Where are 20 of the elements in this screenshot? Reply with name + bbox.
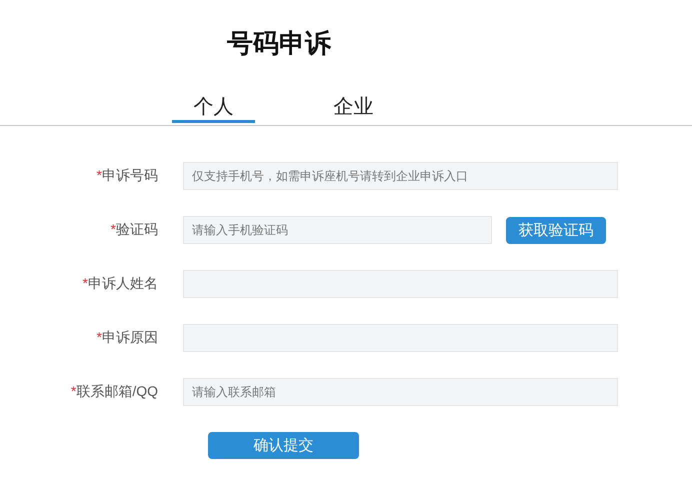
tab[interactable]: 个人 [172,93,255,123]
input-field[interactable] [183,270,618,298]
input-field[interactable] [183,324,618,352]
input-field[interactable]: 仅支持手机号，如需申诉座机号请转到企业申诉入口 [183,162,618,190]
field-label: 联系邮箱/QQ [76,383,158,399]
field-label: 申诉人姓名 [88,275,158,291]
required-mark: * [70,383,76,399]
input-field[interactable]: 请输入联系邮箱 [183,378,618,406]
tab[interactable]: 企业 [312,93,395,123]
required-mark: * [82,275,88,291]
required-mark: * [96,167,102,183]
field-label: 申诉原因 [102,329,158,345]
submit-button[interactable]: 确认提交 [208,432,359,459]
field-label: 申诉号码 [102,167,158,183]
field-label: 验证码 [116,221,158,237]
get-code-button[interactable]: 获取验证码 [506,216,606,244]
input-field[interactable]: 请输入手机验证码 [183,216,492,244]
required-mark: * [96,329,102,345]
page-title: 号码申诉 [227,27,331,60]
required-mark: * [110,221,116,237]
